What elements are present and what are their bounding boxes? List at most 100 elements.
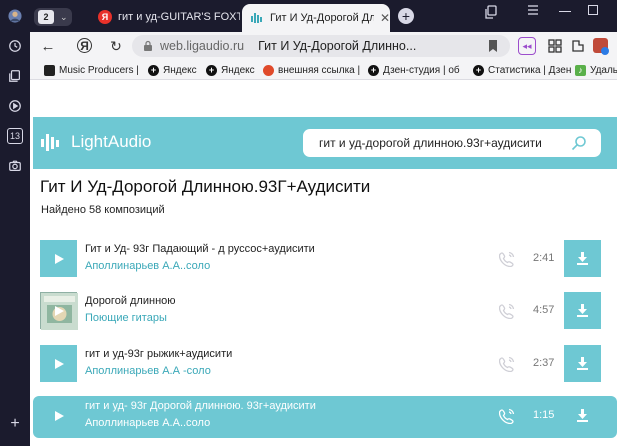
history-icon[interactable] xyxy=(7,38,23,54)
bookmark-label: Дзен-студия | об xyxy=(383,64,460,76)
site-header: LightAudio гит и уд-дорогой длинною.93г+… xyxy=(33,117,617,169)
track-row[interactable]: Дорогой длинною Поющие гитары 4:57 xyxy=(33,291,617,331)
track-title: Дорогой длинною xyxy=(85,295,176,307)
track-row[interactable]: гит и уд- 93г Дорогой длинною. 93г+аудис… xyxy=(33,396,617,438)
close-tab-icon[interactable]: ✕ xyxy=(380,11,390,25)
logo-text: LightAudio xyxy=(71,132,152,151)
track-artist-link[interactable]: Аполлинарьев А.А..соло xyxy=(85,260,210,272)
ringtone-phone-icon[interactable] xyxy=(498,408,515,425)
maximize-icon[interactable] xyxy=(588,5,598,15)
plus-circle-icon: + xyxy=(473,64,484,76)
browser-sidebar: 13 + xyxy=(0,0,30,446)
bookmark-yandex-1[interactable]: + Яндекс xyxy=(148,62,197,78)
search-value: гит и уд-дорогой длинною.93г+аудисити xyxy=(319,136,542,150)
lock-icon xyxy=(142,40,154,52)
tab-strip: 2 ⌄ Я гит и уд-GUITAR'S FOXTR Гит И Уд-Д… xyxy=(30,0,617,32)
tab-count-badge: 2 xyxy=(38,10,54,24)
download-button[interactable] xyxy=(564,345,601,382)
browser-window: 13 + 2 ⌄ Я гит и уд-GUITAR'S FOXTR Гит И… xyxy=(0,0,617,446)
yandex-logo-icon[interactable]: Я xyxy=(77,38,92,53)
play-icon xyxy=(55,358,64,369)
ringtone-phone-icon[interactable] xyxy=(498,303,515,320)
address-bar-row: ← Я ↻ web.ligaudio.ru Гит И Уд-Дорогой Д… xyxy=(30,32,617,60)
ringtone-phone-icon[interactable] xyxy=(498,356,515,373)
play-icon xyxy=(55,410,64,421)
page-title: Гит И Уд-Дорогой Длинною.93Г+Аудисити xyxy=(40,177,371,196)
plus-circle-icon: + xyxy=(148,64,159,76)
track-title: гит и уд-93г рыжик+аудисити xyxy=(85,348,233,360)
bookmark-icon[interactable] xyxy=(488,40,498,52)
track-artist-link[interactable]: Аполлинарьев А.А..соло xyxy=(85,417,210,429)
track-row[interactable]: Гит и Уд- 93г Падающий - д руссос+аудиси… xyxy=(33,239,617,279)
bookmark-udal[interactable]: ♪ Удаль xyxy=(575,62,617,78)
profile-icon[interactable] xyxy=(592,37,610,55)
bookmark-statistics[interactable]: + Статистика | Дзен xyxy=(473,62,571,78)
minimize-icon[interactable] xyxy=(559,8,571,12)
bookmark-external-link[interactable]: внешняя ссылка | xyxy=(263,62,360,78)
tab-guitars-foxtrot[interactable]: Я гит и уд-GUITAR'S FOXTR xyxy=(90,5,240,29)
play-button[interactable] xyxy=(40,345,77,382)
collections-icon[interactable] xyxy=(7,68,23,84)
bookmark-music-producers[interactable]: Music Producers | xyxy=(44,62,139,78)
tab-counter-button[interactable]: 2 ⌄ xyxy=(34,8,72,26)
menu-icon[interactable] xyxy=(527,3,539,17)
music-producers-icon xyxy=(44,64,55,76)
new-tab-plus-icon[interactable]: + xyxy=(398,8,414,24)
bookmark-yandex-2[interactable]: + Яндекс xyxy=(206,62,255,78)
search-input[interactable]: гит и уд-дорогой длинною.93г+аудисити xyxy=(303,129,601,157)
alice-chat-icon[interactable]: ◂◂ xyxy=(518,37,536,55)
track-duration: 2:37 xyxy=(533,357,555,369)
bookmark-label: внешняя ссылка | xyxy=(278,64,361,76)
camera-icon[interactable] xyxy=(7,158,23,174)
track-title: Гит и Уд- 93г Падающий - д руссос+аудиси… xyxy=(85,243,315,255)
track-artist-link[interactable]: Аполлинарьев А.А -соло xyxy=(85,365,211,377)
back-arrow-icon[interactable]: ← xyxy=(40,38,56,55)
track-duration: 2:41 xyxy=(533,252,555,264)
plus-icon[interactable]: + xyxy=(7,415,23,432)
downloads-icon[interactable] xyxy=(548,37,562,55)
sidebar-badge-count: 13 xyxy=(9,131,20,141)
address-page-title: Гит И Уд-Дорогой Длинно... xyxy=(258,39,417,53)
tab-ligaudio[interactable]: Гит И Уд-Дорогой Длин ✕ xyxy=(242,4,390,32)
bookmark-dzen-studio[interactable]: + Дзен-студия | об xyxy=(368,62,460,78)
ringtone-phone-icon[interactable] xyxy=(498,251,515,268)
track-duration: 4:57 xyxy=(533,304,555,316)
download-button[interactable] xyxy=(564,292,601,329)
tab-title: гит и уд-GUITAR'S FOXTR xyxy=(118,11,240,23)
bookmark-label: Яндекс xyxy=(221,64,255,76)
search-icon[interactable] xyxy=(571,135,587,151)
lightaudio-logo[interactable]: LightAudio xyxy=(41,131,151,153)
bookmark-label: Яндекс xyxy=(163,64,197,76)
yandex-favicon-icon: Я xyxy=(98,10,112,24)
play-button[interactable] xyxy=(40,240,77,277)
track-duration: 1:15 xyxy=(533,409,555,421)
copy-icon[interactable] xyxy=(485,5,497,19)
play-button[interactable] xyxy=(40,292,78,330)
extensions-icon[interactable] xyxy=(570,37,586,55)
waveform-logo-icon xyxy=(41,134,59,151)
bookmark-label: Music Producers | xyxy=(59,64,139,76)
bookmarks-bar: Music Producers | + Яндекс + Яндекс внеш… xyxy=(30,60,617,80)
badge-13-icon[interactable]: 13 xyxy=(7,128,23,144)
web-page: LightAudio гит и уд-дорогой длинною.93г+… xyxy=(30,80,617,446)
track-artist-link[interactable]: Поющие гитары xyxy=(85,312,167,324)
bookmark-label: Удаль xyxy=(590,64,617,76)
download-button[interactable] xyxy=(564,397,601,434)
mushroom-icon xyxy=(263,64,274,76)
download-icon xyxy=(577,252,588,265)
profile-avatar-icon[interactable] xyxy=(7,8,23,24)
play-icon xyxy=(55,305,64,316)
play-button[interactable] xyxy=(40,397,77,434)
address-box[interactable]: web.ligaudio.ru Гит И Уд-Дорогой Длинно.… xyxy=(132,35,510,57)
reload-icon[interactable]: ↻ xyxy=(108,38,124,54)
tab-title: Гит И Уд-Дорогой Длин xyxy=(270,12,374,24)
video-icon[interactable] xyxy=(7,98,23,114)
track-row[interactable]: гит и уд-93г рыжик+аудисити Аполлинарьев … xyxy=(33,344,617,384)
track-title: гит и уд- 93г Дорогой длинною. 93г+аудис… xyxy=(85,400,316,412)
plus-circle-icon: + xyxy=(206,64,217,76)
download-icon xyxy=(577,357,588,370)
results-count: Найдено 58 композиций xyxy=(41,204,165,216)
download-icon xyxy=(577,409,588,422)
download-button[interactable] xyxy=(564,240,601,277)
lightaudio-favicon-icon xyxy=(250,11,264,25)
